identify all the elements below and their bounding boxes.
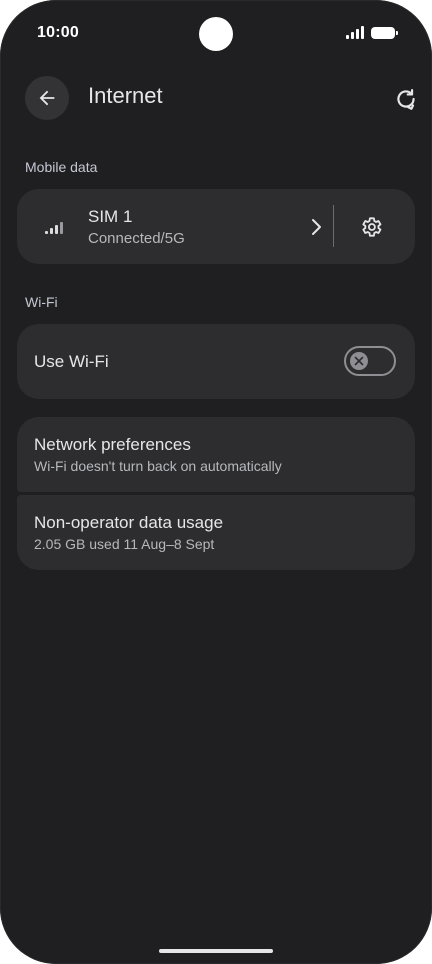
refresh-icon xyxy=(397,89,415,110)
non-operator-data-usage-row[interactable]: Non-operator data usage 2.05 GB used 11 … xyxy=(17,495,415,570)
close-icon xyxy=(354,356,364,366)
refresh-button[interactable] xyxy=(392,85,420,113)
sim-settings-button[interactable] xyxy=(357,213,385,241)
gear-icon xyxy=(362,217,382,237)
sim-card-row[interactable]: SIM 1 Connected/5G xyxy=(17,189,415,264)
network-preferences-subtitle: Wi-Fi doesn't turn back on automatically xyxy=(34,458,282,474)
signal-bars-icon xyxy=(45,222,63,234)
status-time: 10:00 xyxy=(37,24,79,41)
divider xyxy=(333,205,334,247)
sim-title: SIM 1 xyxy=(88,207,133,226)
phone-screen: 10:00 Internet Mobile data SIM 1 Connect… xyxy=(0,0,432,964)
use-wifi-row[interactable]: Use Wi-Fi xyxy=(17,324,415,399)
section-header-mobile-data: Mobile data xyxy=(25,159,98,175)
battery-icon xyxy=(371,26,398,39)
status-bar: 10:00 xyxy=(0,0,432,68)
network-preferences-title: Network preferences xyxy=(34,435,191,454)
non-operator-data-usage-subtitle: 2.05 GB used 11 Aug–8 Sept xyxy=(34,536,215,552)
gesture-navigation-handle[interactable] xyxy=(159,949,273,953)
sim-status: Connected/5G xyxy=(88,230,185,247)
page-title: Internet xyxy=(88,83,163,108)
status-icons xyxy=(346,26,398,39)
app-bar: Internet xyxy=(0,76,432,120)
toggle-thumb xyxy=(350,352,368,370)
arrow-back-icon xyxy=(39,90,55,106)
camera-cutout xyxy=(199,17,233,51)
chevron-right-icon xyxy=(307,216,325,238)
non-operator-data-usage-title: Non-operator data usage xyxy=(34,513,224,532)
section-header-wifi: Wi-Fi xyxy=(25,294,58,310)
use-wifi-toggle[interactable] xyxy=(344,346,396,376)
network-preferences-row[interactable]: Network preferences Wi-Fi doesn't turn b… xyxy=(17,417,415,492)
back-button[interactable] xyxy=(25,76,69,120)
cellular-signal-icon xyxy=(346,26,364,39)
use-wifi-label: Use Wi-Fi xyxy=(34,352,109,371)
